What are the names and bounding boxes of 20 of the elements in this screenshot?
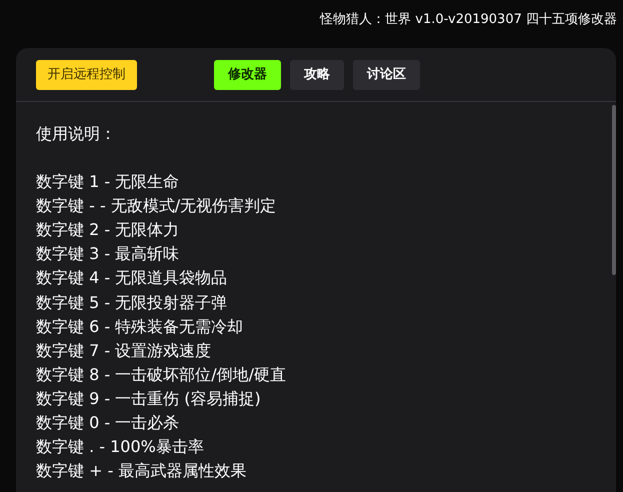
page-title: 怪物猎人：世界 v1.0-v20190307 四十五项修改器 <box>320 11 617 29</box>
hotkey-line: 数字键 + - 最高武器属性效果 <box>36 460 246 482</box>
hotkey-line: 数字键 7 - 设置游戏速度 <box>36 340 212 362</box>
tab[interactable]: 攻略 <box>290 60 344 90</box>
remote-control-button[interactable]: 开启远程控制 <box>36 60 137 90</box>
hotkey-line: 数字键 6 - 特殊装备无需冷却 <box>36 316 244 338</box>
hotkey-line: 数字键 5 - 无限投射器子弹 <box>36 292 228 314</box>
hotkey-line: 数字键 3 - 最高斩味 <box>36 243 180 266</box>
tab[interactable]: 修改器 <box>214 60 281 90</box>
hotkey-line: 数字键 9 - 一击重伤 (容易捕捉) <box>36 388 261 410</box>
hotkey-line: 数字键 4 - 无限道具袋物品 <box>36 267 228 290</box>
hotkey-line: 数字键 . - 100%暴击率 <box>36 436 204 458</box>
hotkey-line: 数字键 2 - 无限体力 <box>36 219 180 242</box>
hotkey-line: 数字键 1 - 无限生命 <box>36 171 180 194</box>
hotkey-line: 数字键 0 - 一击必杀 <box>36 412 180 434</box>
tab[interactable]: 讨论区 <box>353 60 420 90</box>
hotkey-line: 数字键 8 - 一击破坏部位/倒地/硬直 <box>36 364 286 386</box>
hotkey-line: 数字键 - - 无敌模式/无视伤害判定 <box>36 195 276 218</box>
instructions-heading: 使用说明： <box>36 123 117 145</box>
scrollbar-thumb[interactable] <box>612 105 616 275</box>
